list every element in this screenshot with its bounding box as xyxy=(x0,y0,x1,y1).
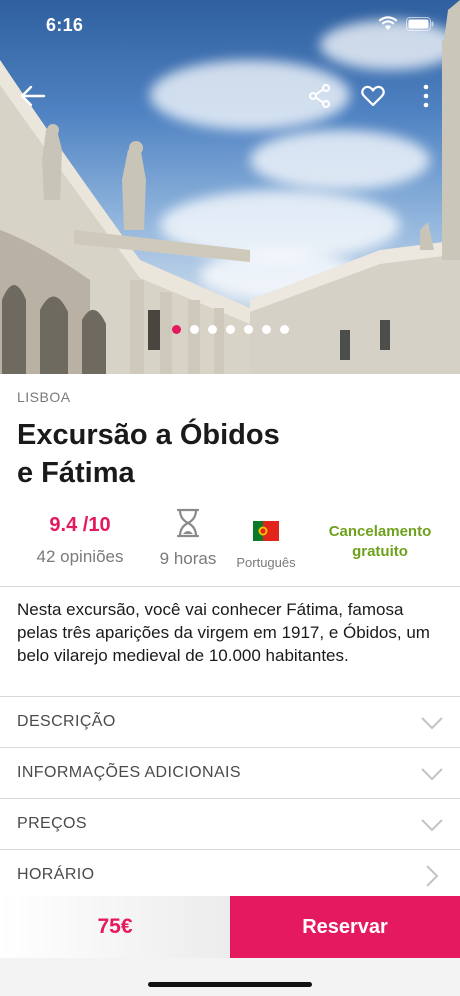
more-vertical-icon xyxy=(423,84,429,108)
duration: 9 horas xyxy=(150,508,226,569)
language: Português xyxy=(226,508,306,570)
back-button[interactable] xyxy=(15,78,51,114)
duration-text: 9 horas xyxy=(159,549,217,568)
section-label: PREÇOS xyxy=(17,815,87,832)
share-button[interactable] xyxy=(302,78,338,114)
carousel-dot[interactable] xyxy=(279,325,289,334)
wifi-icon xyxy=(378,16,398,30)
language-text: Português xyxy=(236,555,296,570)
carousel-dot[interactable] xyxy=(261,325,271,334)
cancel-line-1: Cancelamento xyxy=(328,523,432,540)
hourglass-icon xyxy=(176,508,200,538)
carousel-dot[interactable] xyxy=(243,325,253,334)
share-icon xyxy=(309,84,330,108)
section-descricao[interactable]: DESCRIÇÃO xyxy=(0,697,460,748)
hero-image[interactable] xyxy=(0,0,460,374)
carousel-dot[interactable] xyxy=(171,325,181,334)
carousel-dot[interactable] xyxy=(207,325,217,334)
tour-title-line-2: e Fátima xyxy=(17,457,135,489)
carousel-indicator[interactable] xyxy=(0,325,460,334)
section-label: DESCRIÇÃO xyxy=(17,713,116,730)
price-box: 75€ xyxy=(0,896,230,958)
chevron-down-icon xyxy=(421,717,443,730)
status-icons xyxy=(378,16,434,31)
free-cancellation: Cancelamento gratuito xyxy=(312,522,448,562)
divider xyxy=(0,586,460,587)
heart-icon xyxy=(361,85,385,107)
status-time: 6:16 xyxy=(46,15,84,35)
tour-city: LISBOA xyxy=(17,389,71,405)
tour-title-line-1: Excursão a Óbidos xyxy=(17,419,280,451)
favorite-button[interactable] xyxy=(355,78,391,114)
chevron-down-icon xyxy=(421,768,443,781)
portugal-flag-icon xyxy=(253,521,279,541)
section-label: HORÁRIO xyxy=(17,866,95,883)
more-button[interactable] xyxy=(408,78,444,114)
home-indicator[interactable] xyxy=(148,982,312,987)
section-label: INFORMAÇÕES ADICIONAIS xyxy=(17,764,241,781)
section-informacoes-adicionais[interactable]: INFORMAÇÕES ADICIONAIS xyxy=(0,748,460,799)
section-precos[interactable]: PREÇOS xyxy=(0,799,460,850)
booking-bar: 75€ Reservar xyxy=(0,896,460,958)
chevron-down-icon xyxy=(421,819,443,832)
tour-summary: Nesta excursão, você vai conhecer Fátima… xyxy=(17,600,430,665)
home-indicator-area xyxy=(0,958,460,996)
carousel-dot[interactable] xyxy=(189,325,199,334)
sanctuary-colonnade-image xyxy=(0,0,460,374)
section-horario[interactable]: HORÁRIO xyxy=(0,850,460,901)
status-bar: 6:16 xyxy=(0,0,460,50)
carousel-dot[interactable] xyxy=(225,325,235,334)
tour-stats: 9.4 /10 42 opiniões 9 horas Português Ca… xyxy=(0,508,460,584)
battery-icon xyxy=(406,16,434,31)
rating-count: 42 opiniões xyxy=(36,547,124,566)
chevron-right-icon xyxy=(426,865,439,887)
rating-value: 9.4 /10 xyxy=(49,514,111,536)
cancel-line-2: gratuito xyxy=(352,543,408,560)
tour-title: Excursão a Óbidos e Fátima xyxy=(17,416,347,492)
arrow-left-icon xyxy=(20,85,46,107)
price: 75€ xyxy=(97,915,133,938)
rating[interactable]: 9.4 /10 42 opiniões xyxy=(20,508,140,567)
reserve-button[interactable]: Reservar xyxy=(230,896,460,958)
